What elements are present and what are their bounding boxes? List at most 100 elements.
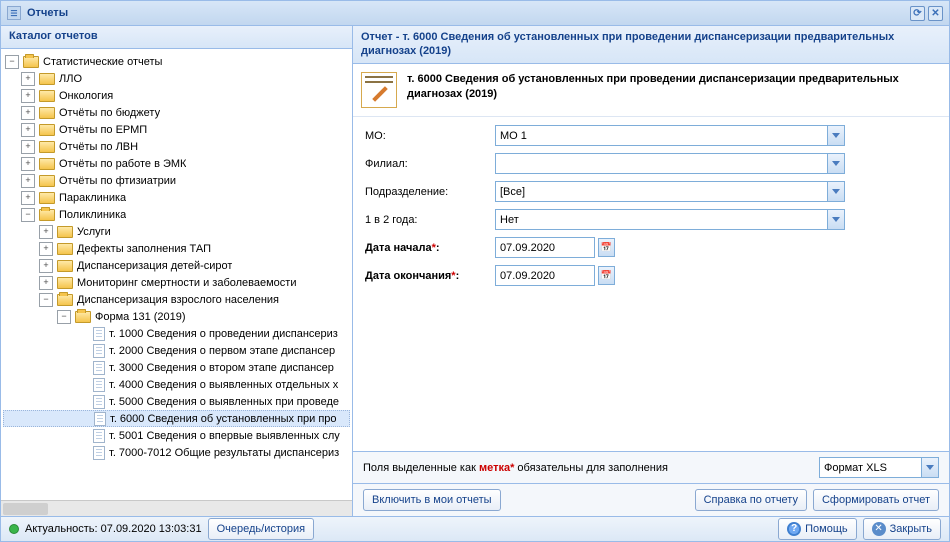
- tree-folder[interactable]: +Услуги: [3, 223, 350, 240]
- chevron-down-icon[interactable]: [827, 126, 844, 145]
- folder-icon: [39, 175, 55, 187]
- dept-combo[interactable]: [Все]: [495, 181, 845, 202]
- expand-icon[interactable]: +: [21, 157, 35, 171]
- tree-folder[interactable]: +ЛЛО: [3, 70, 350, 87]
- document-icon: [93, 446, 105, 460]
- horizontal-scrollbar[interactable]: [1, 500, 352, 516]
- folder-icon: [39, 141, 55, 153]
- folder-open-icon: [57, 294, 73, 306]
- catalog-panel: Каталог отчетов − Статистические отчеты …: [1, 26, 353, 516]
- tree-folder[interactable]: +Мониторинг смертности и заболеваемости: [3, 274, 350, 291]
- mo-combo[interactable]: МО 1: [495, 125, 845, 146]
- tree-folder-form131[interactable]: − Форма 131 (2019): [3, 308, 350, 325]
- report-info: т. 6000 Сведения об установленных при пр…: [353, 64, 949, 117]
- expand-icon[interactable]: +: [21, 140, 35, 154]
- report-buttonbar: Включить в мои отчеты Справка по отчету …: [353, 483, 949, 516]
- expand-icon[interactable]: +: [21, 106, 35, 120]
- expand-icon[interactable]: +: [21, 174, 35, 188]
- filial-label: Филиал:: [365, 158, 495, 170]
- folder-icon: [57, 243, 73, 255]
- tree-folder[interactable]: +Отчёты по ЕРМП: [3, 121, 350, 138]
- chevron-down-icon[interactable]: [921, 458, 938, 477]
- report-panel: Отчет - т. 6000 Сведения об установленны…: [353, 26, 949, 516]
- folder-icon: [39, 158, 55, 170]
- expand-icon[interactable]: +: [21, 72, 35, 86]
- tree-leaf[interactable]: т. 1000 Сведения о проведении диспансери…: [3, 325, 350, 342]
- tree-folder[interactable]: +Отчёты по ЛВН: [3, 138, 350, 155]
- collapse-icon[interactable]: −: [57, 310, 71, 324]
- freq-combo[interactable]: Нет: [495, 209, 845, 230]
- tree-folder-poliklinika[interactable]: − Поликлиника: [3, 206, 350, 223]
- tree-leaf[interactable]: т. 7000-7012 Общие результаты диспансери…: [3, 444, 350, 461]
- status-dot-icon: [9, 524, 19, 534]
- expand-icon[interactable]: +: [21, 123, 35, 137]
- tree-folder[interactable]: +Параклиника: [3, 189, 350, 206]
- close-window-button[interactable]: ✕: [928, 6, 943, 21]
- date-end-input[interactable]: 07.09.2020: [495, 265, 595, 286]
- format-combo[interactable]: Формат XLS: [819, 457, 939, 478]
- tree-folder[interactable]: +Дефекты заполнения ТАП: [3, 240, 350, 257]
- status-bar: Актуальность: 07.09.2020 13:03:31 Очеред…: [1, 516, 949, 541]
- include-button[interactable]: Включить в мои отчеты: [363, 489, 501, 511]
- calendar-icon[interactable]: 📅: [598, 266, 615, 285]
- expand-icon[interactable]: +: [39, 259, 53, 273]
- refresh-button[interactable]: ⟳: [910, 6, 925, 21]
- generate-button[interactable]: Сформировать отчет: [813, 489, 939, 511]
- folder-open-icon: [23, 56, 39, 68]
- expand-icon[interactable]: +: [39, 276, 53, 290]
- collapse-icon[interactable]: −: [21, 208, 35, 222]
- tree-root[interactable]: − Статистические отчеты: [3, 53, 350, 70]
- tree-folder[interactable]: +Отчёты по фтизиатрии: [3, 172, 350, 189]
- app-icon: ☰: [7, 6, 21, 20]
- tree-leaf[interactable]: т. 6000 Сведения об установленных при пр…: [3, 410, 350, 427]
- report-tree[interactable]: − Статистические отчеты +ЛЛО+Онкология+О…: [1, 49, 352, 500]
- collapse-icon[interactable]: −: [5, 55, 19, 69]
- expand-icon[interactable]: +: [21, 89, 35, 103]
- window-title: Отчеты: [27, 7, 68, 19]
- report-document-icon: [361, 72, 397, 108]
- required-hint: Поля выделенные как метка* обязательны д…: [363, 462, 668, 474]
- help-button[interactable]: ?Помощь: [778, 518, 857, 540]
- folder-icon: [39, 73, 55, 85]
- chevron-down-icon[interactable]: [827, 154, 844, 173]
- tree-leaf[interactable]: т. 5000 Сведения о выявленных при провед…: [3, 393, 350, 410]
- meta-bar: Поля выделенные как метка* обязательны д…: [353, 451, 949, 483]
- tree-leaf[interactable]: т. 3000 Сведения о втором этапе диспансе…: [3, 359, 350, 376]
- tree-folder[interactable]: +Онкология: [3, 87, 350, 104]
- report-title: т. 6000 Сведения об установленных при пр…: [407, 72, 941, 108]
- folder-icon: [57, 226, 73, 238]
- tree-leaf[interactable]: т. 4000 Сведения о выявленных отдельных …: [3, 376, 350, 393]
- document-icon: [93, 327, 105, 341]
- tree-folder[interactable]: +Диспансеризация детей-сирот: [3, 257, 350, 274]
- report-help-button[interactable]: Справка по отчету: [695, 489, 807, 511]
- dept-label: Подразделение:: [365, 186, 495, 198]
- expand-icon[interactable]: +: [39, 242, 53, 256]
- close-button[interactable]: ✕Закрыть: [863, 518, 941, 540]
- document-icon: [93, 378, 105, 392]
- date-start-input[interactable]: 07.09.2020: [495, 237, 595, 258]
- filial-combo[interactable]: [495, 153, 845, 174]
- tree-folder[interactable]: +Отчёты по работе в ЭМК: [3, 155, 350, 172]
- calendar-icon[interactable]: 📅: [598, 238, 615, 257]
- tree-folder-disp-adult[interactable]: − Диспансеризация взрослого населения: [3, 291, 350, 308]
- queue-button[interactable]: Очередь/история: [208, 518, 315, 540]
- report-form: МО: МО 1 Филиал: Подразделение: [Все] 1 …: [353, 117, 949, 451]
- window-titlebar: ☰ Отчеты ⟳ ✕: [1, 1, 949, 26]
- folder-icon: [39, 107, 55, 119]
- expand-icon[interactable]: +: [21, 191, 35, 205]
- close-icon: ✕: [872, 522, 886, 536]
- document-icon: [94, 412, 106, 426]
- tree-folder[interactable]: +Отчёты по бюджету: [3, 104, 350, 121]
- date-end-label: Дата окончания*:: [365, 270, 495, 282]
- tree-leaf[interactable]: т. 2000 Сведения о первом этапе диспансе…: [3, 342, 350, 359]
- collapse-icon[interactable]: −: [39, 293, 53, 307]
- expand-icon[interactable]: +: [39, 225, 53, 239]
- tree-leaf[interactable]: т. 5001 Сведения о впервые выявленных сл…: [3, 427, 350, 444]
- folder-open-icon: [39, 209, 55, 221]
- freq-label: 1 в 2 года:: [365, 214, 495, 226]
- folder-icon: [57, 277, 73, 289]
- folder-icon: [39, 124, 55, 136]
- chevron-down-icon[interactable]: [827, 182, 844, 201]
- document-icon: [93, 344, 105, 358]
- chevron-down-icon[interactable]: [827, 210, 844, 229]
